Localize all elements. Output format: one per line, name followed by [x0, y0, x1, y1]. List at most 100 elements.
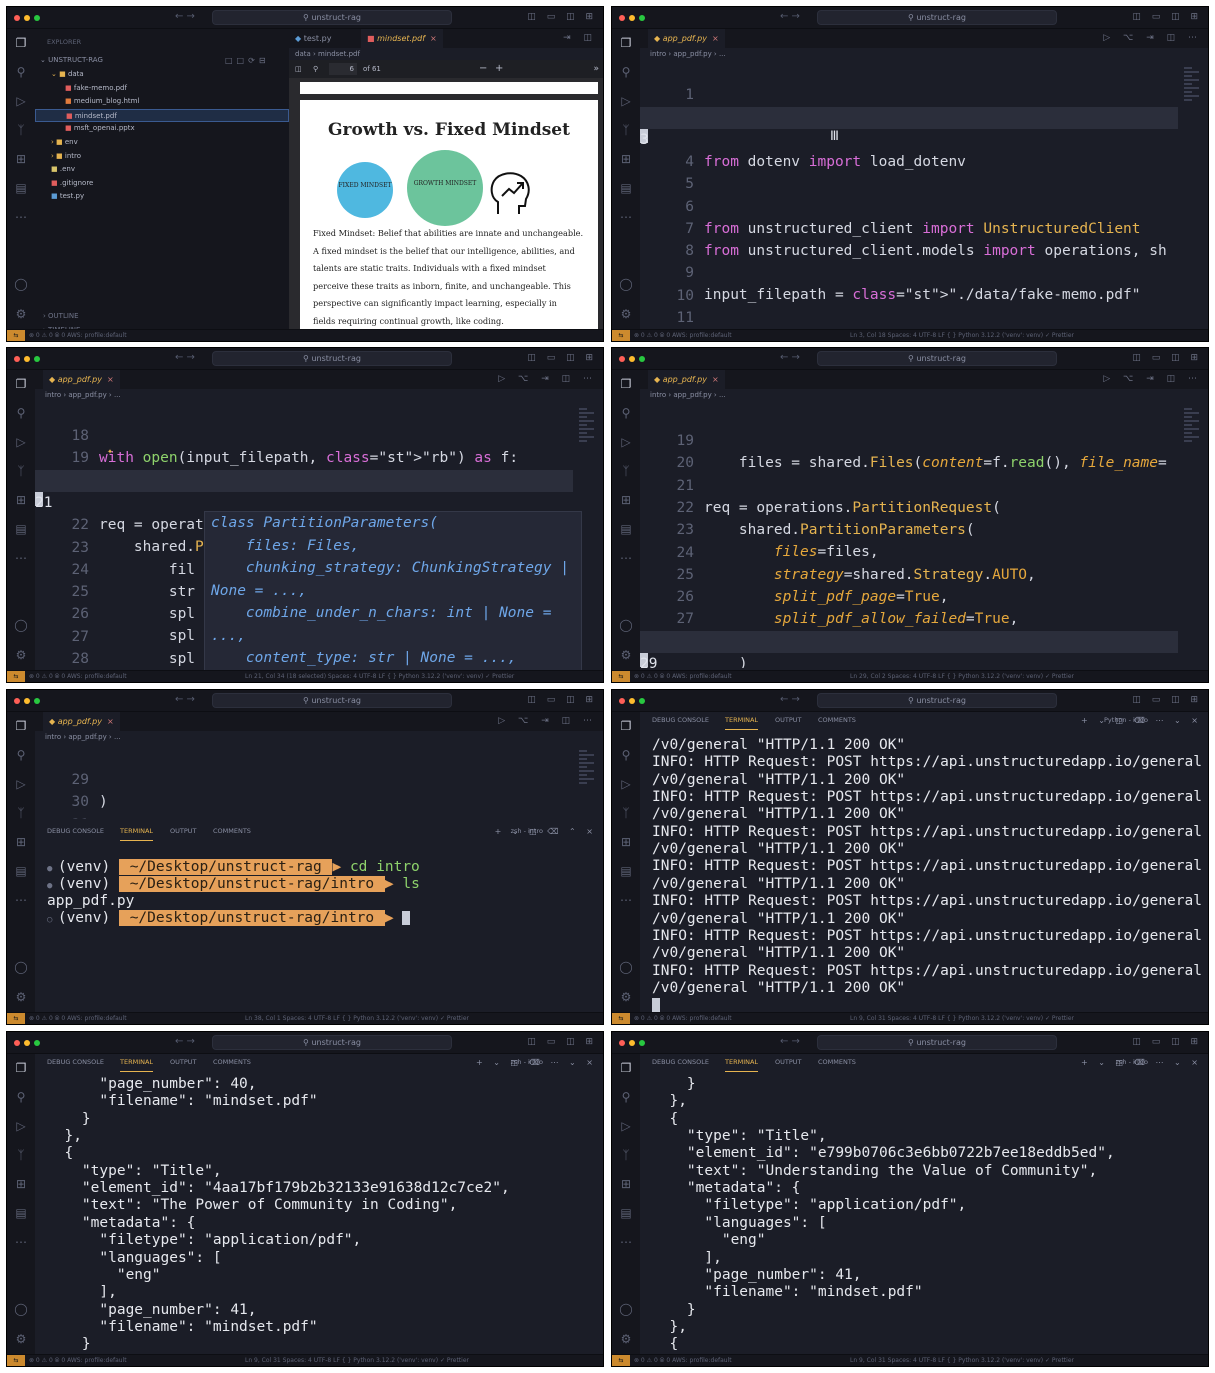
- status-editor-info[interactable]: Ln 29, Col 2 Spaces: 4 UTF-8 LF { } Pyth…: [850, 671, 1074, 682]
- search-icon[interactable]: ⚲: [7, 1083, 35, 1112]
- maximize-window-button[interactable]: [34, 1040, 40, 1046]
- close-tab-icon[interactable]: ×: [712, 34, 719, 43]
- status-problems[interactable]: ⊗ 0 ⚠ 0 ⦾ 0 AWS: profile:default: [29, 671, 127, 682]
- search-icon[interactable]: ⚲: [7, 58, 35, 87]
- tab-debug-console[interactable]: DEBUG CONSOLE: [47, 823, 104, 840]
- window-controls[interactable]: [619, 356, 645, 362]
- account-icon[interactable]: ◯: [612, 277, 640, 291]
- file-tree-item[interactable]: ■ msft_openai.pptx: [35, 122, 289, 136]
- explorer-icon[interactable]: ❐: [612, 712, 640, 741]
- code-line[interactable]: 9 input_filepath = class="st">"./data/fa…: [640, 240, 1178, 303]
- command-center-search[interactable]: ⚲ unstruct-rag: [817, 693, 1057, 708]
- close-tab-icon[interactable]: ×: [430, 34, 437, 43]
- more-icon[interactable]: ⋯: [612, 1228, 640, 1257]
- minimize-window-button[interactable]: [629, 356, 635, 362]
- remote-explorer-icon[interactable]: ▤: [7, 515, 35, 544]
- layout-icons[interactable]: ◫ ▭ ◫ ⊞: [1132, 1037, 1202, 1047]
- code-line[interactable]: 30: [640, 653, 1178, 668]
- remote-indicator[interactable]: ⇆: [612, 1355, 630, 1366]
- page-number-input[interactable]: 6: [329, 63, 357, 75]
- nav-arrows[interactable]: ← →: [780, 11, 800, 22]
- remote-explorer-icon[interactable]: ▤: [7, 1199, 35, 1228]
- code-line[interactable]: 29 ): [640, 631, 1178, 668]
- breadcrumb[interactable]: data › mindset.pdf: [295, 48, 360, 60]
- explorer-icon[interactable]: ❐: [7, 29, 35, 58]
- file-tree-item[interactable]: ■ test.py: [35, 190, 289, 204]
- maximize-window-button[interactable]: [639, 356, 645, 362]
- status-problems[interactable]: ⊗ 0 ⚠ 0 ⦾ 0 AWS: profile:default: [29, 330, 127, 341]
- command-center-search[interactable]: ⚲ unstruct-rag: [212, 1035, 452, 1050]
- tab-output[interactable]: OUTPUT: [775, 1054, 802, 1071]
- settings-gear-icon[interactable]: ⚙: [612, 1332, 640, 1346]
- account-icon[interactable]: ◯: [612, 960, 640, 974]
- layout-icons[interactable]: ◫ ▭ ◫ ⊞: [527, 353, 597, 363]
- minimap[interactable]: [579, 406, 601, 444]
- zoom-out-button[interactable]: −: [479, 60, 487, 78]
- code-line[interactable]: 2: [640, 84, 1178, 125]
- settings-gear-icon[interactable]: ⚙: [7, 1332, 35, 1346]
- tab-mindset-pdf[interactable]: ■ mindset.pdf ×: [361, 29, 443, 48]
- run-debug-icon[interactable]: ▷: [612, 87, 640, 116]
- minimize-window-button[interactable]: [24, 356, 30, 362]
- remote-indicator[interactable]: ⇆: [7, 1013, 25, 1024]
- code-line[interactable]: 25 split_pdf_page=True,: [640, 542, 1178, 605]
- close-window-button[interactable]: [619, 356, 625, 362]
- code-line[interactable]: 5: [640, 151, 1178, 192]
- tab-output[interactable]: OUTPUT: [170, 1054, 197, 1071]
- code-line[interactable]: 21 req = operations.PartitionRequest(: [35, 469, 573, 533]
- terminal-panel[interactable]: DEBUG CONSOLE TERMINAL OUTPUT COMMENTS z…: [35, 1054, 603, 1354]
- more-icon[interactable]: ⋯: [612, 544, 640, 573]
- extensions-icon[interactable]: ⊞: [612, 1170, 640, 1199]
- editor-actions[interactable]: ▷ ⌥ ⇥ ◫ ⋯: [1103, 374, 1202, 384]
- maximize-window-button[interactable]: [639, 698, 645, 704]
- command-center-search[interactable]: ⚲ unstruct-rag: [212, 693, 452, 708]
- source-control-icon[interactable]: ᛉ: [7, 457, 35, 486]
- code-line[interactable]: 29 ): [35, 747, 573, 810]
- breadcrumb[interactable]: intro › app_pdf.py › ...: [650, 389, 726, 401]
- status-editor-info[interactable]: Ln 9, Col 31 Spaces: 4 UTF-8 LF { } Pyth…: [245, 1355, 469, 1366]
- minimize-window-button[interactable]: [629, 15, 635, 21]
- tab-app-pdf-py[interactable]: ◆ app_pdf.py ×: [648, 29, 725, 48]
- breadcrumb[interactable]: intro › app_pdf.py › ...: [650, 48, 726, 60]
- explorer-icon[interactable]: ❐: [612, 370, 640, 399]
- extensions-icon[interactable]: ⊞: [612, 828, 640, 857]
- extensions-icon[interactable]: ⊞: [7, 145, 35, 174]
- explorer-icon[interactable]: ❐: [612, 29, 640, 58]
- search-icon[interactable]: ⚲: [7, 399, 35, 428]
- pdf-search-icon[interactable]: ⚲: [313, 60, 318, 78]
- tab-comments[interactable]: COMMENTS: [213, 823, 251, 840]
- close-window-button[interactable]: [14, 698, 20, 704]
- minimize-window-button[interactable]: [24, 1040, 30, 1046]
- status-problems[interactable]: ⊗ 0 ⚠ 0 ⦾ 0 AWS: profile:default: [634, 330, 732, 341]
- status-editor-info[interactable]: Ln 38, Col 1 Spaces: 4 UTF-8 LF { } Pyth…: [245, 1013, 469, 1024]
- run-debug-icon[interactable]: ▷: [7, 1112, 35, 1141]
- run-debug-icon[interactable]: ▷: [7, 87, 35, 116]
- status-problems[interactable]: ⊗ 0 ⚠ 0 ⦾ 0 AWS: profile:default: [634, 1013, 732, 1024]
- file-tree-item[interactable]: › ■ intro: [35, 150, 289, 164]
- close-tab-icon[interactable]: ×: [712, 375, 719, 384]
- run-debug-icon[interactable]: ▷: [7, 428, 35, 457]
- account-icon[interactable]: ◯: [7, 618, 35, 632]
- window-controls[interactable]: [14, 1040, 40, 1046]
- breadcrumb[interactable]: intro › app_pdf.py › ...: [45, 389, 121, 401]
- file-tree-item[interactable]: ■ mindset.pdf: [35, 108, 289, 123]
- extensions-icon[interactable]: ⊞: [612, 486, 640, 515]
- window-controls[interactable]: [14, 698, 40, 704]
- command-center-search[interactable]: ⚲ unstruct-rag: [817, 10, 1057, 25]
- command-center-search[interactable]: ⚲ unstruct-rag: [212, 10, 452, 25]
- layout-icons[interactable]: ◫ ▭ ◫ ⊞: [1132, 695, 1202, 705]
- tab-comments[interactable]: COMMENTS: [818, 712, 856, 729]
- remote-indicator[interactable]: ⇆: [7, 330, 25, 341]
- terminal-actions[interactable]: + ⌄ ◫ ⌫ ⋯ ⌄ ×: [476, 1054, 597, 1071]
- breadcrumb[interactable]: intro › app_pdf.py › ...: [45, 731, 121, 743]
- sidebar-toggle-icon[interactable]: ◫: [295, 60, 302, 78]
- more-icon[interactable]: ⋯: [612, 886, 640, 915]
- code-line[interactable]: 21 req = operations.PartitionRequest(: [640, 453, 1178, 516]
- window-controls[interactable]: [619, 15, 645, 21]
- search-icon[interactable]: ⚲: [612, 741, 640, 770]
- tab-terminal[interactable]: TERMINAL: [725, 712, 759, 730]
- more-icon[interactable]: ⋯: [7, 1228, 35, 1257]
- run-debug-icon[interactable]: ▷: [612, 428, 640, 457]
- maximize-window-button[interactable]: [34, 15, 40, 21]
- tab-app-pdf-py[interactable]: ◆ app_pdf.py ×: [648, 370, 725, 389]
